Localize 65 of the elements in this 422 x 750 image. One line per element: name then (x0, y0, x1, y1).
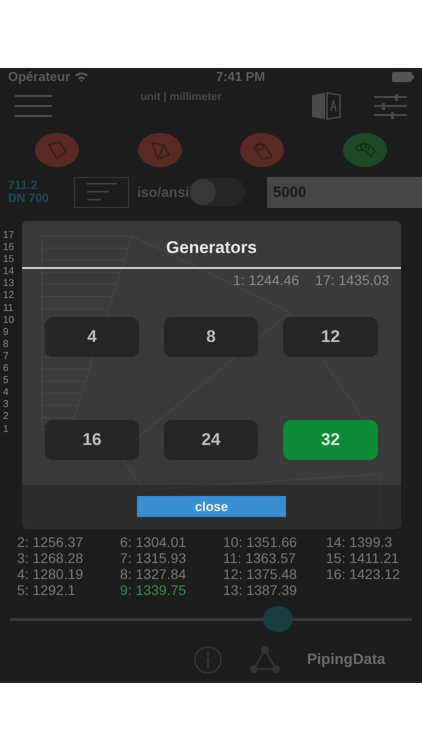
axis-label: 1 (3, 424, 10, 436)
legend-entry: 15: 1411.21 (326, 550, 400, 566)
axis-label: 13 (3, 278, 14, 290)
axis-label: 11 (3, 302, 14, 315)
dialog-title: Generators (165, 237, 258, 259)
axis-label: 12 (3, 290, 14, 303)
range-label: 17: 1435.03 (315, 271, 390, 290)
standard-toggle[interactable] (189, 178, 246, 206)
info-button[interactable] (193, 645, 223, 675)
generator-option[interactable]: 24 (164, 420, 258, 460)
legend-entry: 4: 1280.19 (17, 566, 84, 582)
legend-entry: 3: 1268.28 (17, 550, 84, 566)
legend-entry: 13: 1387.39 (223, 582, 298, 598)
fitting-button[interactable] (240, 132, 284, 166)
legend-entry: 16: 1423.12 (326, 566, 401, 582)
translate-button[interactable] (310, 91, 342, 121)
menu-button[interactable] (15, 94, 52, 118)
legend-entry: 7: 1315.93 (120, 550, 188, 566)
graph-icon (249, 645, 281, 675)
axis-label: 10 (3, 314, 14, 327)
fitting-button[interactable] (35, 132, 79, 166)
generator-option[interactable]: 4 (45, 317, 139, 357)
slider-thumb[interactable] (263, 606, 294, 632)
generator-option[interactable]: 12 (283, 317, 378, 357)
graph-button[interactable] (249, 645, 281, 675)
axis-label: 16 (3, 242, 14, 254)
fitting-button[interactable] (342, 132, 387, 166)
sliders-icon (374, 94, 407, 118)
axis-label: 2 (3, 411, 10, 424)
carrier-name: Opérateur (8, 68, 70, 86)
axis-label: 15 (3, 254, 14, 266)
app-name: PipingData (307, 650, 386, 670)
legend-entry: 5: 1292.1 (17, 582, 76, 598)
axis-label: 7 (3, 350, 10, 364)
axis-label: 5 (3, 375, 10, 388)
axis-label: 3 (3, 399, 10, 412)
fitting-icon (45, 138, 69, 160)
generator-option[interactable]: 16 (45, 420, 139, 460)
info-icon (193, 645, 223, 675)
legend-entry: 12: 1375.48 (223, 566, 298, 582)
axis-label: 8 (3, 338, 10, 351)
generator-option[interactable]: 32 (283, 420, 378, 460)
sort-button[interactable] (74, 176, 129, 208)
translate-icon (310, 91, 342, 121)
generator-option[interactable]: 8 (164, 317, 258, 357)
axis-label: 6 (3, 363, 10, 376)
legend-entry: 10: 1351.66 (223, 534, 298, 550)
fitting-button[interactable] (138, 132, 182, 166)
legend-entry: 14: 1399.3 (326, 534, 394, 550)
wifi-icon (74, 71, 90, 82)
range-label: 1: 1244.46 (233, 271, 300, 290)
status-time: 7:41 PM (216, 68, 266, 86)
sort-icon (86, 181, 116, 203)
menu-icon (15, 94, 52, 118)
legend-entry: 2: 1256.37 (17, 534, 84, 550)
axis-label: 4 (3, 387, 10, 400)
legend-entry: 6: 1304.01 (120, 534, 188, 550)
legend-entry: 8: 1327.84 (120, 566, 188, 582)
axis-label: 9 (3, 326, 10, 339)
settings-button[interactable] (374, 94, 407, 118)
battery-icon (392, 72, 414, 82)
legend-entry: 11: 1363.57 (223, 550, 297, 566)
axis-label: 17 (3, 230, 14, 242)
legend-entry: 9: 1339.75 (120, 582, 188, 598)
axis-label: 14 (3, 266, 14, 278)
